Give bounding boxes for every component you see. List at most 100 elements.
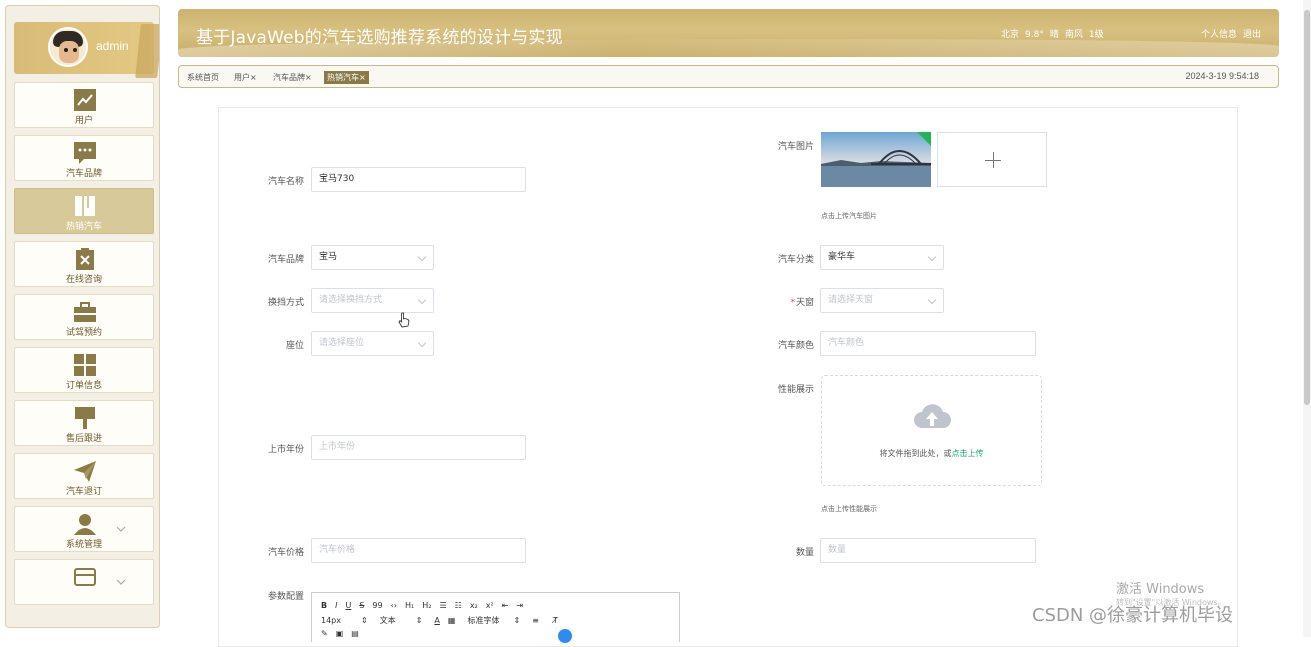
user-name: admin xyxy=(96,39,129,53)
sidebar-item-more[interactable] xyxy=(14,559,154,605)
sidebar-item-label: 用户 xyxy=(74,116,93,126)
performance-hint: 点击上传性能展示 xyxy=(821,505,877,513)
sunroof-label: *天窗 xyxy=(760,295,814,308)
sidebar-item-hot-cars[interactable]: 热销汽车 xyxy=(14,188,154,234)
seats-select-placeholder: 请选择座位 xyxy=(319,338,365,348)
sunroof-select[interactable]: 请选择天窗 xyxy=(820,288,944,313)
profile-link[interactable]: 个人信息 xyxy=(1201,30,1237,40)
user-panel[interactable]: admin xyxy=(14,22,159,78)
sidebar-item-label: 在线咨询 xyxy=(65,275,102,285)
strike-button[interactable]: S xyxy=(359,601,364,610)
chat-icon xyxy=(74,142,96,164)
header-select[interactable]: 文本 xyxy=(380,615,396,626)
year-input[interactable]: 上市年份 xyxy=(311,435,526,460)
quantity-input[interactable]: 数量 xyxy=(820,538,1036,563)
category-select-value: 豪华车 xyxy=(828,252,856,262)
app-title: 基于JavaWeb的汽车选购推荐系统的设计与实现 xyxy=(196,28,563,48)
user-icon xyxy=(74,514,96,535)
category-select[interactable]: 豪华车 xyxy=(820,245,944,270)
price-input[interactable]: 汽车价格 xyxy=(311,538,526,563)
sidebar: admin 用户 汽车品牌 热销汽车 在线咨询 试驾预约 订单信息 售后跟进 汽… xyxy=(5,5,160,628)
ordered-list-button[interactable]: ☰ xyxy=(439,601,446,610)
sidebar-item-consultation[interactable]: 在线咨询 xyxy=(14,241,154,287)
underline-button[interactable]: U xyxy=(345,601,351,610)
chevron-down-icon xyxy=(417,252,427,262)
bold-button[interactable]: B xyxy=(321,601,327,610)
text-color-button[interactable]: A xyxy=(434,616,439,625)
align-button[interactable]: ≡ xyxy=(532,616,539,625)
tab-hot-cars[interactable]: 热销汽车× xyxy=(324,71,369,84)
weather-wind: 南风 xyxy=(1064,30,1083,40)
subscript-button[interactable]: x₂ xyxy=(470,601,478,610)
category-label: 汽车分类 xyxy=(777,255,814,265)
performance-label: 性能展示 xyxy=(777,385,814,395)
params-rich-text-editor[interactable]: B I U S 99 ‹› H₁ H₂ ☰ ☷ x₂ x² ⇤ ⇥ 14px ⇕ 文本 ⇕ A ▦ 标准字体 ⇕ ≡ T̸ … xyxy=(311,592,680,642)
page-scrollbar[interactable] xyxy=(1303,0,1311,637)
gearbox-select[interactable]: 请选择换挡方式 xyxy=(311,288,434,313)
tab-car-brands[interactable]: 汽车品牌× xyxy=(270,71,315,84)
sidebar-item-orders[interactable]: 订单信息 xyxy=(14,347,154,393)
outdent-button[interactable]: ⇤ xyxy=(502,601,509,610)
weather-temp: 9.8° xyxy=(1025,30,1044,40)
background-color-button[interactable]: ▦ xyxy=(448,616,456,625)
superscript-button[interactable]: x² xyxy=(486,601,494,610)
font-size-select[interactable]: 14px xyxy=(321,616,341,625)
font-family-select[interactable]: 标准字体 xyxy=(467,615,499,626)
card-icon xyxy=(74,568,96,586)
sidebar-item-test-drive[interactable]: 试驾预约 xyxy=(14,294,154,340)
current-datetime: 2024-3-19 9:54:18 xyxy=(1185,71,1259,81)
sidebar-item-label: 试驾预约 xyxy=(65,328,102,338)
h1-button[interactable]: H₁ xyxy=(405,601,414,610)
h2-button[interactable]: H₂ xyxy=(422,601,431,610)
blockquote-button[interactable]: 99 xyxy=(372,601,382,610)
sidebar-item-cancellation[interactable]: 汽车退订 xyxy=(14,453,154,499)
sidebar-item-label: 热销汽车 xyxy=(65,222,102,232)
logout-link[interactable]: 退出 xyxy=(1243,30,1261,40)
tab-users[interactable]: 用户× xyxy=(231,71,260,84)
chevron-down-icon xyxy=(417,338,427,348)
color-input[interactable]: 汽车颜色 xyxy=(820,331,1036,356)
car-image-upload-button[interactable] xyxy=(937,132,1047,187)
performance-upload-dropzone[interactable]: 将文件拖到此处，或点击上传 xyxy=(821,375,1042,486)
editor-toolbar-row-1: B I U S 99 ‹› H₁ H₂ ☰ ☷ x₂ x² ⇤ ⇥ xyxy=(321,601,531,610)
seats-select[interactable]: 请选择座位 xyxy=(311,331,434,356)
italic-button[interactable]: I xyxy=(335,601,337,610)
editor-toolbar-row-2: 14px ⇕ 文本 ⇕ A ▦ 标准字体 ⇕ ≡ T̸ xyxy=(321,615,566,626)
indent-button[interactable]: ⇥ xyxy=(516,601,523,610)
sidebar-item-car-brands[interactable]: 汽车品牌 xyxy=(14,135,154,181)
sidebar-item-after-sales[interactable]: 售后跟进 xyxy=(14,400,154,446)
weather-wind-level: 1级 xyxy=(1088,30,1104,40)
sidebar-item-label: 汽车品牌 xyxy=(65,169,102,179)
weather-info: 北京 9.8° 晴南风 1级 xyxy=(1001,27,1110,40)
scroll-handle[interactable] xyxy=(558,629,572,643)
sidebar-item-label: 汽车退订 xyxy=(65,487,102,497)
page-scrollbar-thumb[interactable] xyxy=(1304,10,1310,405)
sunroof-label-text: 天窗 xyxy=(795,298,814,308)
car-image-thumbnail[interactable] xyxy=(821,132,931,187)
car-name-input[interactable]: 宝马730 xyxy=(311,167,526,192)
brand-select-value: 宝马 xyxy=(319,252,338,262)
dropzone-upload-link[interactable]: 点击上传 xyxy=(952,449,984,458)
chevron-down-icon xyxy=(927,252,937,262)
chevron-down-icon xyxy=(417,295,427,305)
bullet-list-button[interactable]: ☷ xyxy=(455,601,462,610)
weather-city: 北京 xyxy=(1001,30,1020,40)
code-button[interactable]: ‹› xyxy=(391,601,397,610)
tab-home[interactable]: 系统首页 xyxy=(184,71,222,84)
top-header: 基于JavaWeb的汽车选购推荐系统的设计与实现 北京 9.8° 晴南风 1级 个人信… xyxy=(178,9,1279,57)
weather-condition: 晴 xyxy=(1049,30,1059,40)
dropzone-text: 将文件拖到此处，或点击上传 xyxy=(822,448,1041,459)
hand-cursor-icon xyxy=(398,312,410,328)
avatar xyxy=(48,27,88,67)
car-image-hint: 点击上传汽车图片 xyxy=(821,212,877,220)
clear-format-button[interactable]: T̸ xyxy=(553,616,558,625)
plus-icon-stroke xyxy=(993,152,994,168)
tab-bar: 系统首页 用户× 汽车品牌× 热销汽车× 2024-3-19 9:54:18 xyxy=(178,65,1279,88)
brand-label: 汽车品牌 xyxy=(267,255,304,265)
sidebar-item-users[interactable]: 用户 xyxy=(14,82,154,128)
chevron-down-icon xyxy=(116,526,126,532)
brand-select[interactable]: 宝马 xyxy=(311,245,434,270)
sidebar-item-system[interactable]: 系统管理 xyxy=(14,506,154,552)
sidebar-item-label: 系统管理 xyxy=(65,540,102,550)
font-size-arrows-icon: ⇕ xyxy=(361,616,368,625)
